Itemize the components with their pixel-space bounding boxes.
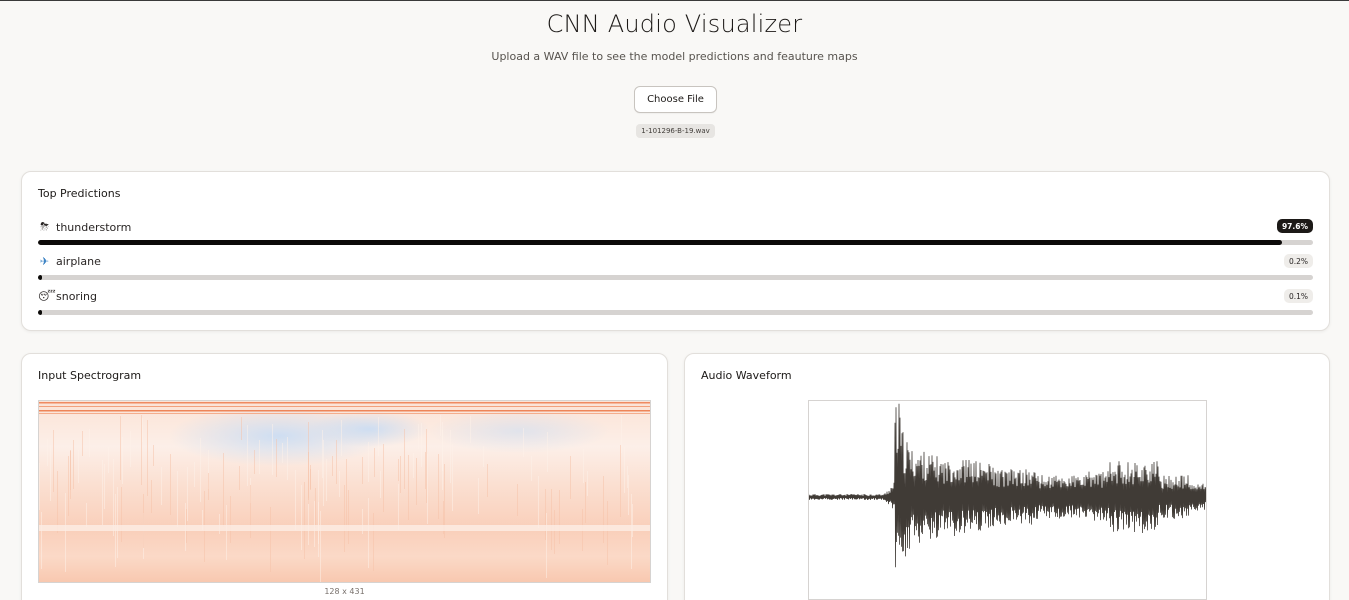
prediction-label: snoring <box>56 290 97 303</box>
page-subtitle: Upload a WAV file to see the model predi… <box>491 50 858 63</box>
waveform-line <box>809 403 1206 568</box>
prediction-bar-fill <box>38 275 42 280</box>
waveform-plot <box>808 400 1207 600</box>
audio-waveform-title: Audio Waveform <box>701 369 792 382</box>
prediction-percent-badge: 97.6% <box>1276 219 1313 233</box>
input-spectrogram-card: Input Spectrogram 128 x 431 <box>21 353 668 600</box>
selected-file-name: 1-101296-B-19.wav <box>636 124 715 138</box>
spectrogram-heatmap <box>39 401 650 582</box>
prediction-label: thunderstorm <box>56 220 132 234</box>
prediction-percent-badge: 0.2% <box>1283 254 1313 268</box>
prediction-row: 😴 snoring 0.1% <box>38 288 1313 320</box>
spectrogram-image <box>38 400 651 583</box>
top-predictions-card: Top Predictions ⛈ thunderstorm 97.6% ✈ a… <box>21 171 1330 331</box>
prediction-bar-track <box>38 310 1313 315</box>
prediction-row: ✈ airplane 0.2% <box>38 253 1313 285</box>
prediction-percent-badge: 0.1% <box>1283 289 1313 303</box>
thunderstorm-icon: ⛈ <box>40 220 49 233</box>
prediction-bar-track <box>38 240 1313 245</box>
prediction-bar-track <box>38 275 1313 280</box>
prediction-bar-fill <box>38 240 1283 245</box>
input-spectrogram-title: Input Spectrogram <box>38 369 142 382</box>
prediction-row: ⛈ thunderstorm 97.6% <box>38 218 1313 250</box>
prediction-bar-fill <box>38 310 42 315</box>
choose-file-button[interactable]: Choose File <box>634 86 717 113</box>
airplane-icon: ✈ <box>39 255 50 268</box>
prediction-label: airplane <box>56 255 101 268</box>
top-predictions-title: Top Predictions <box>38 187 121 200</box>
snoring-icon: 😴 <box>38 290 56 303</box>
audio-waveform-card: Audio Waveform <box>684 353 1330 600</box>
page-title: CNN Audio Visualizer <box>546 10 803 38</box>
spectrogram-dimensions: 128 x 431 <box>324 587 365 596</box>
waveform-svg <box>809 403 1206 568</box>
